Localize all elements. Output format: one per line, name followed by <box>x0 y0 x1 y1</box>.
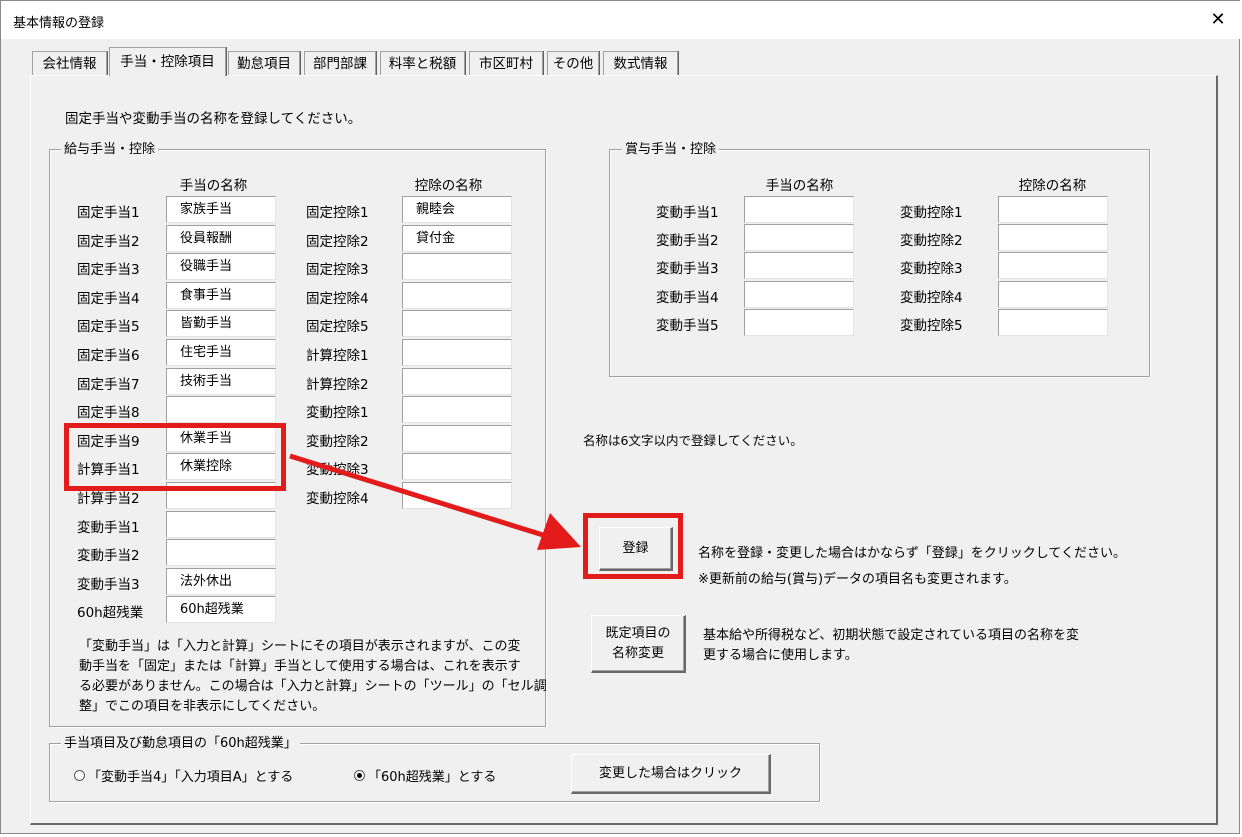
tab-label: 手当・控除項目 <box>120 54 215 70</box>
dialog-window: 基本情報の登録 ✕ 会社情報 手当・控除項目 勤怠項目 部門部課 料率と税額 市… <box>0 0 1241 834</box>
tab-allowance-deduction[interactable]: 手当・控除項目 <box>109 47 226 76</box>
annotation-arrow-icon <box>289 453 581 550</box>
